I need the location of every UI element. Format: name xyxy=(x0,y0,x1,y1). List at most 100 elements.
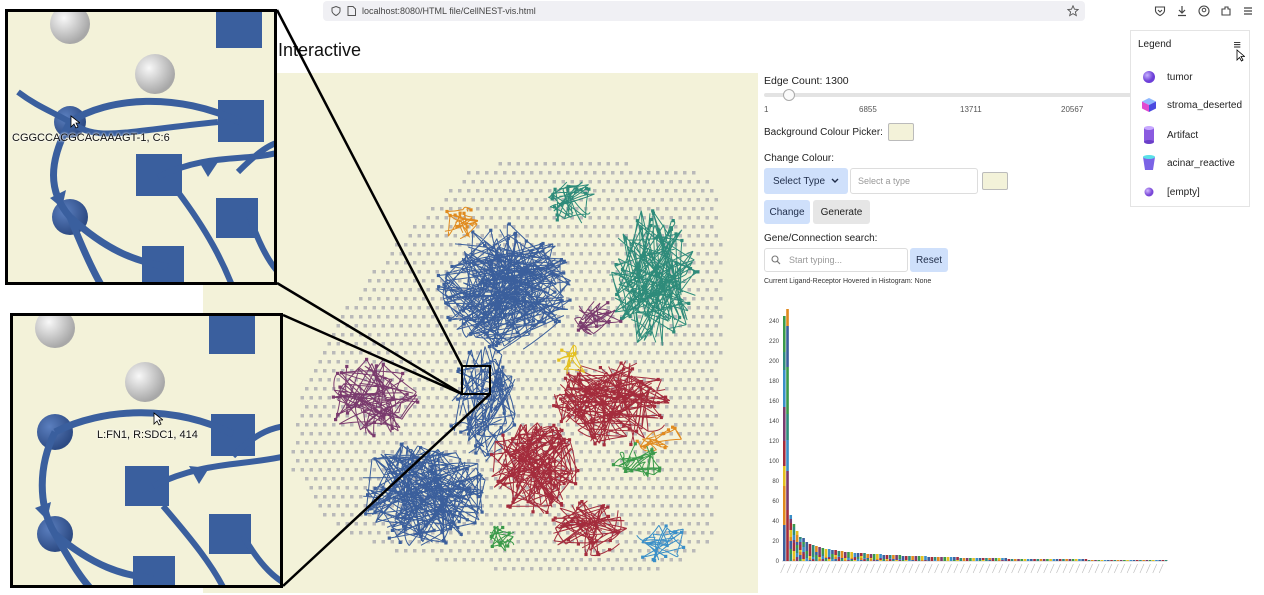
histogram-bar[interactable] xyxy=(1046,559,1049,561)
histogram-bar[interactable] xyxy=(1033,559,1036,561)
histogram-bar[interactable] xyxy=(1164,560,1168,561)
histogram-bar[interactable] xyxy=(815,546,818,561)
cell-cluster[interactable] xyxy=(490,422,580,514)
histogram-bar[interactable] xyxy=(1135,560,1139,561)
histogram-bar[interactable] xyxy=(1158,560,1161,561)
histogram-bar[interactable] xyxy=(1094,560,1097,561)
histogram-bar[interactable] xyxy=(866,554,870,561)
histogram-bar[interactable] xyxy=(895,555,898,561)
legend-item-acinar-reactive[interactable]: acinar_reactive xyxy=(1141,154,1235,172)
histogram-bar[interactable] xyxy=(946,557,950,561)
histogram-bar[interactable] xyxy=(1091,560,1094,561)
histogram-bar[interactable] xyxy=(1055,559,1059,561)
histogram-bar[interactable] xyxy=(1062,559,1065,561)
histogram-bar[interactable] xyxy=(1161,560,1165,561)
histogram-bar[interactable] xyxy=(843,552,847,561)
histogram-bar[interactable] xyxy=(1068,559,1072,561)
histogram-bar[interactable] xyxy=(1081,559,1084,561)
histogram-bar[interactable] xyxy=(1139,560,1142,561)
histogram-bar[interactable] xyxy=(1126,560,1129,561)
histogram-bar[interactable] xyxy=(914,556,918,561)
histogram-bar[interactable] xyxy=(789,515,793,561)
histogram-bar[interactable] xyxy=(943,557,947,561)
histogram-bar[interactable] xyxy=(818,547,821,561)
histogram-bar[interactable] xyxy=(959,558,963,561)
cell-cluster[interactable] xyxy=(557,344,586,374)
histogram-bar[interactable] xyxy=(1103,560,1107,561)
histogram-bar[interactable] xyxy=(795,531,799,561)
histogram-bar[interactable] xyxy=(805,542,809,561)
histogram-bar[interactable] xyxy=(901,556,905,561)
ligand-receptor-histogram[interactable]: 0 20 40 60 80 100 120 140 160 180 200 220 240 xyxy=(764,301,1184,591)
histogram-bar[interactable] xyxy=(1001,558,1004,561)
histogram-bar[interactable] xyxy=(1142,560,1145,561)
histogram-bar[interactable] xyxy=(1049,559,1052,561)
generate-button[interactable]: Generate xyxy=(813,200,870,224)
histogram-bar[interactable] xyxy=(930,557,934,561)
address-bar[interactable]: localhost:8080/HTML file/CellNEST-vis.ht… xyxy=(323,1,1085,21)
spatial-graph[interactable] xyxy=(203,73,758,593)
histogram-bar[interactable] xyxy=(1020,559,1024,561)
bg-colour-swatch[interactable] xyxy=(888,123,914,141)
histogram-bar[interactable] xyxy=(1107,560,1110,561)
histogram-bar[interactable] xyxy=(1155,560,1158,561)
histogram-bar[interactable] xyxy=(908,556,911,561)
reset-button[interactable]: Reset xyxy=(910,248,948,272)
histogram-bar[interactable] xyxy=(837,551,841,561)
select-type-dropdown[interactable]: Select Type xyxy=(764,168,848,194)
histogram-bar[interactable] xyxy=(953,557,956,561)
histogram-bar[interactable] xyxy=(994,558,998,561)
histogram-bar[interactable] xyxy=(863,553,866,561)
histogram-bar[interactable] xyxy=(1119,560,1123,561)
histogram-bar[interactable] xyxy=(1113,560,1117,561)
edge-count-slider-thumb[interactable] xyxy=(783,89,795,101)
histogram-bar[interactable] xyxy=(1084,559,1088,561)
cell-cluster[interactable] xyxy=(489,525,515,552)
histogram-bar[interactable] xyxy=(792,524,796,561)
histogram-bar[interactable] xyxy=(885,555,889,561)
histogram-bar[interactable] xyxy=(1071,559,1075,561)
histogram-bar[interactable] xyxy=(821,548,825,561)
histogram-bar[interactable] xyxy=(911,556,914,561)
histogram-bar[interactable] xyxy=(991,558,995,561)
legend-item-tumor[interactable]: tumor xyxy=(1141,69,1193,85)
histogram-bar[interactable] xyxy=(1087,560,1091,561)
histogram-bar[interactable] xyxy=(927,557,930,561)
histogram-bar[interactable] xyxy=(965,558,969,561)
cell-cluster[interactable] xyxy=(551,500,628,557)
histogram-bar[interactable] xyxy=(1058,559,1062,561)
histogram-bar[interactable] xyxy=(783,316,786,561)
histogram-bar[interactable] xyxy=(1151,560,1155,561)
histogram-bar[interactable] xyxy=(1039,559,1043,561)
type-colour-swatch[interactable] xyxy=(982,172,1008,190)
histogram-bar[interactable] xyxy=(1078,559,1081,561)
histogram-bar[interactable] xyxy=(997,558,1001,561)
histogram-bar[interactable] xyxy=(786,309,789,561)
histogram-bar[interactable] xyxy=(827,549,831,561)
histogram-bar[interactable] xyxy=(972,558,975,561)
histogram-bar[interactable] xyxy=(847,552,850,561)
histogram-bar[interactable] xyxy=(1097,560,1101,561)
menu-icon[interactable] xyxy=(1240,3,1256,19)
histogram-bar[interactable] xyxy=(1116,560,1120,561)
histogram-bar[interactable] xyxy=(1007,559,1011,561)
histogram-bar[interactable] xyxy=(879,554,882,561)
histogram-bar[interactable] xyxy=(898,555,902,561)
histogram-bar[interactable] xyxy=(1010,559,1014,561)
histogram-bar[interactable] xyxy=(1074,559,1078,561)
spatial-graph-canvas[interactable] xyxy=(203,73,758,593)
histogram-bar[interactable] xyxy=(969,558,972,561)
histogram-bar[interactable] xyxy=(876,554,879,561)
histogram-bar[interactable] xyxy=(1052,559,1056,561)
histogram-bar[interactable] xyxy=(1065,559,1068,561)
histogram-bar[interactable] xyxy=(802,538,805,561)
edge-count-slider[interactable] xyxy=(764,93,1154,97)
pocket-icon[interactable] xyxy=(1152,3,1168,19)
histogram-bar[interactable] xyxy=(940,557,943,561)
histogram-bar[interactable] xyxy=(956,557,959,561)
download-icon[interactable] xyxy=(1174,3,1190,19)
histogram-bar[interactable] xyxy=(1123,560,1126,561)
histogram-bar[interactable] xyxy=(1110,560,1113,561)
histogram-bar[interactable] xyxy=(882,555,886,561)
histogram-bar[interactable] xyxy=(978,558,982,561)
